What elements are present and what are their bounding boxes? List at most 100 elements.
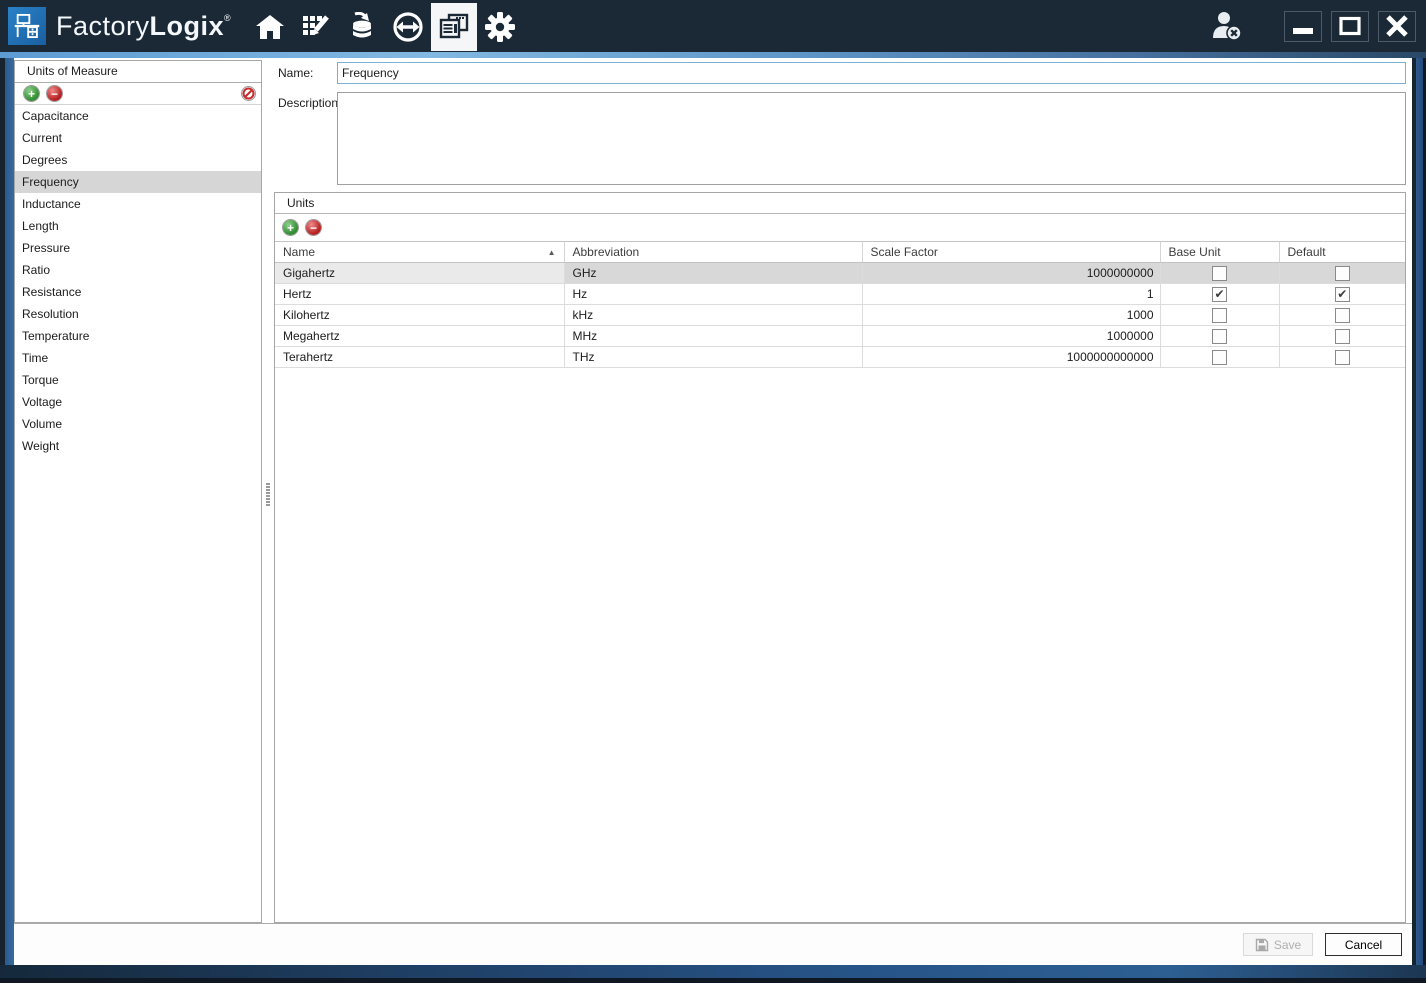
name-input[interactable] — [337, 62, 1406, 84]
unit-name-cell[interactable]: Kilohertz — [275, 304, 565, 326]
units-of-measure-panel: Units of Measure + − Capacitance Current D… — [14, 60, 262, 923]
sidebar-item-volume[interactable]: Volume — [15, 413, 261, 435]
main-nav — [247, 0, 523, 52]
unit-row-mhz[interactable]: Megahertz MHz 1000000 — [275, 325, 1405, 347]
column-header-base-unit[interactable]: Base Unit — [1160, 241, 1280, 263]
maximize-button[interactable] — [1331, 10, 1369, 42]
sidebar-item-weight[interactable]: Weight — [15, 435, 261, 457]
save-floppy-icon — [1255, 938, 1269, 951]
save-button[interactable]: Save — [1243, 933, 1313, 956]
cancel-button[interactable]: Cancel — [1325, 933, 1402, 956]
unit-scale-factor-cell[interactable]: 1000000 — [862, 325, 1161, 347]
column-header-scale-factor[interactable]: Scale Factor — [862, 241, 1161, 263]
sidebar-item-length[interactable]: Length — [15, 215, 261, 237]
sidebar-item-resistance[interactable]: Resistance — [15, 281, 261, 303]
remove-icon[interactable]: − — [47, 86, 62, 101]
name-label: Name: — [278, 66, 314, 80]
sidebar-item-capacitance[interactable]: Capacitance — [15, 105, 261, 127]
sidebar-item-resolution[interactable]: Resolution — [15, 303, 261, 325]
add-unit-icon[interactable]: + — [283, 220, 298, 235]
sidebar-item-ratio[interactable]: Ratio — [15, 259, 261, 281]
footer-bar: Save Cancel — [14, 923, 1412, 965]
sidebar-item-pressure[interactable]: Pressure — [15, 237, 261, 259]
content-area: Units of Measure + − Capacitance Current D… — [14, 58, 1412, 965]
default-checkbox[interactable] — [1334, 328, 1350, 344]
splitter-dots-icon — [266, 483, 270, 506]
unit-name-cell[interactable]: Gigahertz — [275, 262, 565, 284]
default-checkbox[interactable] — [1334, 349, 1350, 365]
unit-default-cell: ✔ — [1279, 283, 1405, 305]
unit-abbreviation-cell[interactable]: THz — [564, 346, 863, 368]
name-field-row: Name: — [274, 62, 1406, 84]
sidebar-item-frequency[interactable]: Frequency — [15, 171, 261, 193]
unit-name-cell[interactable]: Terahertz — [275, 346, 565, 368]
home-nav-icon[interactable] — [247, 3, 293, 51]
unit-name-cell[interactable]: Hertz — [275, 283, 565, 305]
base-unit-checkbox[interactable] — [1212, 265, 1227, 281]
base-unit-checkbox[interactable] — [1212, 307, 1227, 323]
base-unit-checkbox[interactable]: ✔ — [1212, 286, 1227, 302]
close-button[interactable] — [1378, 10, 1416, 42]
unit-base-unit-cell — [1160, 304, 1280, 326]
unit-scale-factor-cell[interactable]: 1000000000000 — [862, 346, 1161, 368]
sidebar-toolbar: + − — [15, 83, 261, 105]
base-unit-checkbox[interactable] — [1212, 328, 1227, 344]
sidebar-item-torque[interactable]: Torque — [15, 369, 261, 391]
unit-base-unit-cell: ✔ — [1160, 283, 1280, 305]
window-border-bottom — [0, 965, 1426, 983]
splitter-grip[interactable] — [262, 60, 274, 923]
units-table: Name ▲ Abbreviation Scale Factor Base Uni… — [275, 241, 1405, 368]
sidebar-item-temperature[interactable]: Temperature — [15, 325, 261, 347]
minimize-button[interactable] — [1284, 10, 1322, 42]
unit-row-hz[interactable]: Hertz Hz 1 ✔ ✔ — [275, 283, 1405, 305]
unit-abbreviation-cell[interactable]: GHz — [564, 262, 863, 284]
default-checkbox[interactable]: ✔ — [1334, 286, 1350, 302]
window-border-left — [0, 58, 14, 965]
description-field-row: Description: — [274, 92, 1406, 185]
detail-panel: Name: Description: Units + − — [274, 60, 1406, 923]
unit-default-cell — [1279, 304, 1405, 326]
unit-default-cell — [1279, 262, 1405, 284]
default-checkbox[interactable] — [1334, 265, 1350, 281]
titlebar: FactoryLogix® — [0, 0, 1426, 52]
sidebar-item-degrees[interactable]: Degrees — [15, 149, 261, 171]
unit-abbreviation-cell[interactable]: Hz — [564, 283, 863, 305]
titlebar-controls — [1207, 9, 1426, 43]
column-header-name[interactable]: Name ▲ — [275, 241, 565, 263]
forms-windows-icon[interactable] — [431, 3, 478, 51]
cancel-slash-icon[interactable] — [241, 86, 256, 101]
settings-gear-icon[interactable] — [477, 3, 523, 51]
unit-scale-factor-cell[interactable]: 1 — [862, 283, 1161, 305]
remove-unit-icon[interactable]: − — [306, 220, 321, 235]
column-header-default[interactable]: Default — [1279, 241, 1405, 263]
unit-row-khz[interactable]: Kilohertz kHz 1000 — [275, 304, 1405, 326]
unit-row-thz[interactable]: Terahertz THz 1000000000000 — [275, 346, 1405, 368]
unit-base-unit-cell — [1160, 262, 1280, 284]
sidebar-title: Units of Measure — [15, 61, 261, 83]
unit-name-cell[interactable]: Megahertz — [275, 325, 565, 347]
sync-transfer-icon[interactable] — [385, 3, 431, 51]
sidebar-item-time[interactable]: Time — [15, 347, 261, 369]
database-import-icon[interactable] — [339, 3, 385, 51]
units-table-header: Name ▲ Abbreviation Scale Factor Base Uni… — [275, 241, 1405, 263]
unit-row-ghz[interactable]: Gigahertz GHz 1000000000 — [275, 262, 1405, 284]
base-unit-checkbox[interactable] — [1212, 349, 1227, 365]
sidebar-item-voltage[interactable]: Voltage — [15, 391, 261, 413]
description-textarea[interactable] — [337, 92, 1406, 185]
unit-abbreviation-cell[interactable]: kHz — [564, 304, 863, 326]
sidebar-item-current[interactable]: Current — [15, 127, 261, 149]
unit-default-cell — [1279, 325, 1405, 347]
unit-scale-factor-cell[interactable]: 1000 — [862, 304, 1161, 326]
default-checkbox[interactable] — [1334, 307, 1350, 323]
unit-scale-factor-cell[interactable]: 1000000000 — [862, 262, 1161, 284]
unit-default-cell — [1279, 346, 1405, 368]
grid-edit-icon[interactable] — [293, 3, 339, 51]
window-border-right — [1412, 58, 1426, 965]
unit-base-unit-cell — [1160, 325, 1280, 347]
units-toolbar: + − — [275, 214, 1405, 241]
sidebar-item-inductance[interactable]: Inductance — [15, 193, 261, 215]
column-header-abbreviation[interactable]: Abbreviation — [564, 241, 863, 263]
logoff-user-icon[interactable] — [1207, 9, 1247, 43]
add-icon[interactable]: + — [24, 86, 39, 101]
unit-abbreviation-cell[interactable]: MHz — [564, 325, 863, 347]
